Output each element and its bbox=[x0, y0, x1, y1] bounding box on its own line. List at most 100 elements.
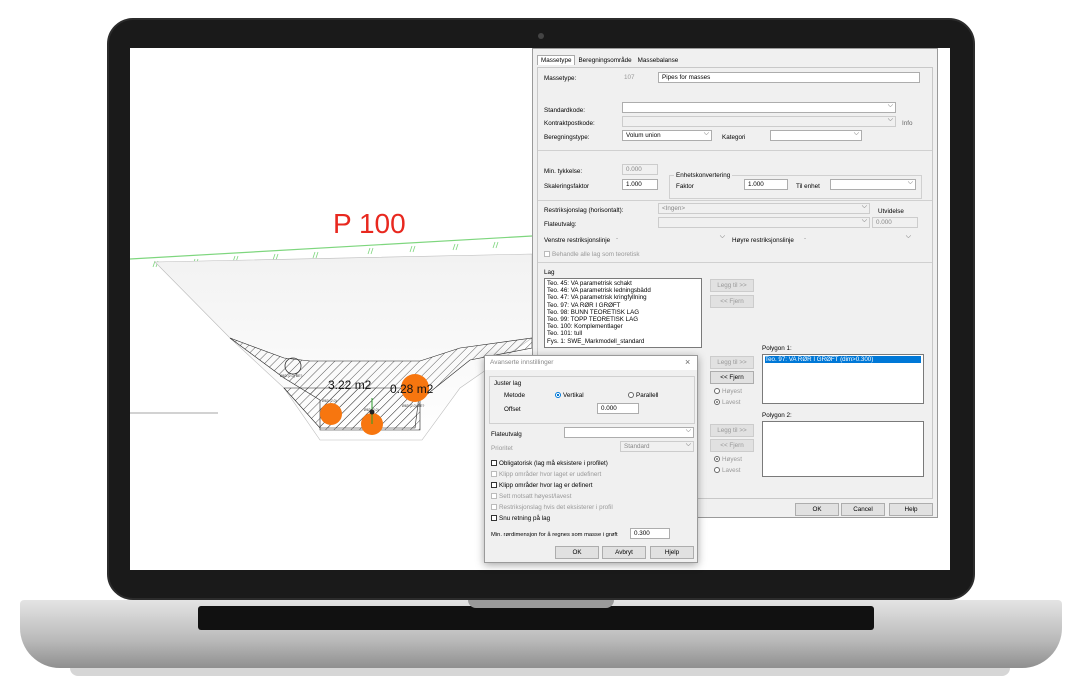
advanced-settings-dialog: Avanserte innstillinger × Juster lag Met… bbox=[484, 355, 698, 563]
checkbox-box[interactable] bbox=[491, 471, 497, 478]
parallell-radio[interactable]: Parallell bbox=[628, 392, 658, 399]
faktor-field[interactable]: 1.000 bbox=[744, 179, 788, 190]
legg-til-button-3[interactable]: Legg til >> bbox=[710, 424, 754, 437]
lavest-radio-2[interactable]: Lavest bbox=[714, 467, 741, 474]
faktor-label: Faktor bbox=[676, 183, 694, 190]
standardkode-dropdown[interactable] bbox=[622, 102, 896, 113]
hoyest-label: Høyest bbox=[722, 388, 742, 395]
til-enhet-label: Til enhet bbox=[796, 183, 820, 190]
skaleringsfaktor-field[interactable]: 1.000 bbox=[622, 179, 658, 190]
min-rordimensjon-field[interactable]: 0.300 bbox=[630, 528, 670, 539]
lavest-radio-1[interactable]: Lavest bbox=[714, 399, 741, 406]
flateutvalg-label: Flateutvalg: bbox=[544, 221, 577, 228]
radio-circle[interactable] bbox=[714, 399, 720, 406]
utvidelse-field[interactable]: 0.000 bbox=[872, 217, 918, 228]
tab-massebalanse[interactable]: Massebalanse bbox=[635, 56, 682, 65]
min-rordimensjon-label: Min. rørdimensjon for å regnes som masse… bbox=[491, 532, 618, 538]
list-item[interactable]: Teo. 98: BUNN TEORETISK LAG bbox=[547, 309, 699, 316]
checkbox-box[interactable] bbox=[491, 504, 497, 511]
list-item[interactable]: Teo. 47: VA parametrisk kringfyllning bbox=[547, 294, 699, 301]
list-item[interactable]: Teo. 99: TOPP TEORETISK LAG bbox=[547, 316, 699, 323]
obligatorisk-checkbox[interactable]: Obligatorisk (lag må eksistere i profile… bbox=[491, 460, 608, 467]
flateutvalg-dropdown[interactable] bbox=[658, 217, 870, 228]
massetype-name-field[interactable]: Pipes for masses bbox=[658, 72, 920, 83]
prioritet-dropdown[interactable]: Standard bbox=[620, 441, 694, 452]
massetype-number: 107 bbox=[624, 74, 635, 81]
laptop-shadow bbox=[70, 668, 1010, 676]
flateutvalg-dropdown[interactable] bbox=[564, 427, 694, 438]
hoyest-radio-1[interactable]: Høyest bbox=[714, 388, 742, 395]
kontraktpostkode-dropdown[interactable] bbox=[622, 116, 896, 127]
divider bbox=[538, 200, 932, 201]
prioritet-label: Prioritet bbox=[491, 445, 513, 452]
list-item[interactable]: Teo. 97: VA RØR I GRØFT bbox=[547, 302, 699, 309]
list-item[interactable]: Fys. 1: SWE_Markmodell_standard bbox=[547, 338, 699, 345]
radio-circle[interactable] bbox=[714, 456, 720, 463]
info-button[interactable]: Info bbox=[902, 120, 913, 127]
kategori-dropdown[interactable] bbox=[770, 130, 862, 141]
camera-icon bbox=[538, 33, 544, 39]
help-button[interactable]: Help bbox=[889, 503, 933, 516]
lavest-label: Lavest bbox=[722, 399, 741, 406]
polygon2-list[interactable] bbox=[762, 421, 924, 477]
hoyre-restriksjonslinje-dropdown[interactable]: - bbox=[800, 233, 914, 244]
lag-label: Lag bbox=[544, 269, 555, 276]
enhetskonvertering-label: Enhetskonvertering bbox=[674, 172, 733, 179]
ok-button[interactable]: OK bbox=[555, 546, 599, 559]
kontraktpostkode-label: Kontraktpostkode: bbox=[544, 120, 595, 127]
flateutvalg-label: Flateutvalg bbox=[491, 431, 522, 438]
list-item[interactable]: Teo. 101: tull bbox=[547, 330, 699, 337]
min-tykkelse-field[interactable]: 0.000 bbox=[622, 164, 658, 175]
beregningstype-dropdown[interactable]: Volum union bbox=[622, 130, 712, 141]
lag-list[interactable]: Teo. 45: VA parametrisk schakt Teo. 46: … bbox=[544, 278, 702, 348]
checkbox-box[interactable] bbox=[491, 493, 497, 500]
hoyest-radio-2[interactable]: Høyest bbox=[714, 456, 742, 463]
polygon1-list[interactable]: Teo. 97: VA RØR I GRØFT (dim>0.300) bbox=[762, 354, 924, 404]
area-label-2: 0.28 m2 bbox=[390, 382, 434, 396]
list-item[interactable]: Teo. 100: Komplementlager bbox=[547, 323, 699, 330]
radio-circle[interactable] bbox=[714, 467, 720, 474]
fjern-button-1[interactable]: << Fjern bbox=[710, 295, 754, 308]
checkbox-box[interactable] bbox=[491, 515, 497, 522]
behandle-label: Behandle alle lag som teoretisk bbox=[552, 251, 640, 258]
list-item[interactable]: Teo. 97: VA RØR I GRØFT (dim>0.300) bbox=[765, 356, 921, 364]
hjelp-button[interactable]: Hjelp bbox=[650, 546, 694, 559]
tab-massetype[interactable]: Massetype bbox=[537, 55, 576, 65]
vertikal-label: Vertikal bbox=[563, 392, 584, 399]
cancel-button[interactable]: Cancel bbox=[841, 503, 885, 516]
list-item[interactable]: Teo. 45: VA parametrisk schakt bbox=[547, 280, 699, 287]
venstre-restriksjonslinje-dropdown[interactable]: - bbox=[612, 233, 728, 244]
sett-motsatt-checkbox[interactable]: Sett motsatt høyest/lavest bbox=[491, 493, 571, 500]
restriksjonslag-checkbox[interactable]: Restriksjonslag hvis det eksisterer i pr… bbox=[491, 504, 613, 511]
klipp-definert-checkbox[interactable]: Klipp områder hvor lag er definert bbox=[491, 482, 592, 489]
checkbox-label: Sett motsatt høyest/lavest bbox=[499, 493, 572, 500]
fjern-button-2[interactable]: << Fjern bbox=[710, 371, 754, 384]
parallell-label: Parallell bbox=[636, 392, 659, 399]
standardkode-label: Standardkode: bbox=[544, 107, 585, 114]
avbryt-button[interactable]: Avbryt bbox=[602, 546, 646, 559]
checkbox-box[interactable] bbox=[544, 251, 550, 258]
divider bbox=[538, 262, 932, 263]
kategori-label: Kategori bbox=[722, 134, 746, 141]
laptop-hinge bbox=[198, 606, 874, 630]
tab-beregningsomrade[interactable]: Beregningsområde bbox=[575, 56, 634, 65]
behandle-checkbox[interactable]: Behandle alle lag som teoretisk bbox=[544, 251, 640, 258]
checkbox-box[interactable] bbox=[491, 482, 497, 489]
radio-circle[interactable] bbox=[555, 392, 561, 399]
close-icon[interactable]: × bbox=[685, 357, 690, 367]
checkbox-box[interactable] bbox=[491, 460, 497, 467]
legg-til-button-2[interactable]: Legg til >> bbox=[710, 356, 754, 369]
radio-circle[interactable] bbox=[714, 388, 720, 395]
snu-retning-checkbox[interactable]: Snu retning på lag bbox=[491, 515, 550, 522]
legg-til-button-1[interactable]: Legg til >> bbox=[710, 279, 754, 292]
ok-button[interactable]: OK bbox=[795, 503, 839, 516]
til-enhet-dropdown[interactable] bbox=[830, 179, 916, 190]
checkbox-label: Restriksjonslag hvis det eksisterer i pr… bbox=[499, 504, 613, 511]
radio-circle[interactable] bbox=[628, 392, 634, 399]
offset-field[interactable]: 0.000 bbox=[597, 403, 639, 414]
list-item[interactable]: Teo. 46: VA parametrisk ledningsbädd bbox=[547, 287, 699, 294]
restriksjonslag-dropdown[interactable]: <Ingen> bbox=[658, 203, 870, 214]
fjern-button-3[interactable]: << Fjern bbox=[710, 439, 754, 452]
vertikal-radio[interactable]: Vertikal bbox=[555, 392, 584, 399]
klipp-udefinert-checkbox[interactable]: Klipp områder hvor laget er udefinert bbox=[491, 471, 601, 478]
